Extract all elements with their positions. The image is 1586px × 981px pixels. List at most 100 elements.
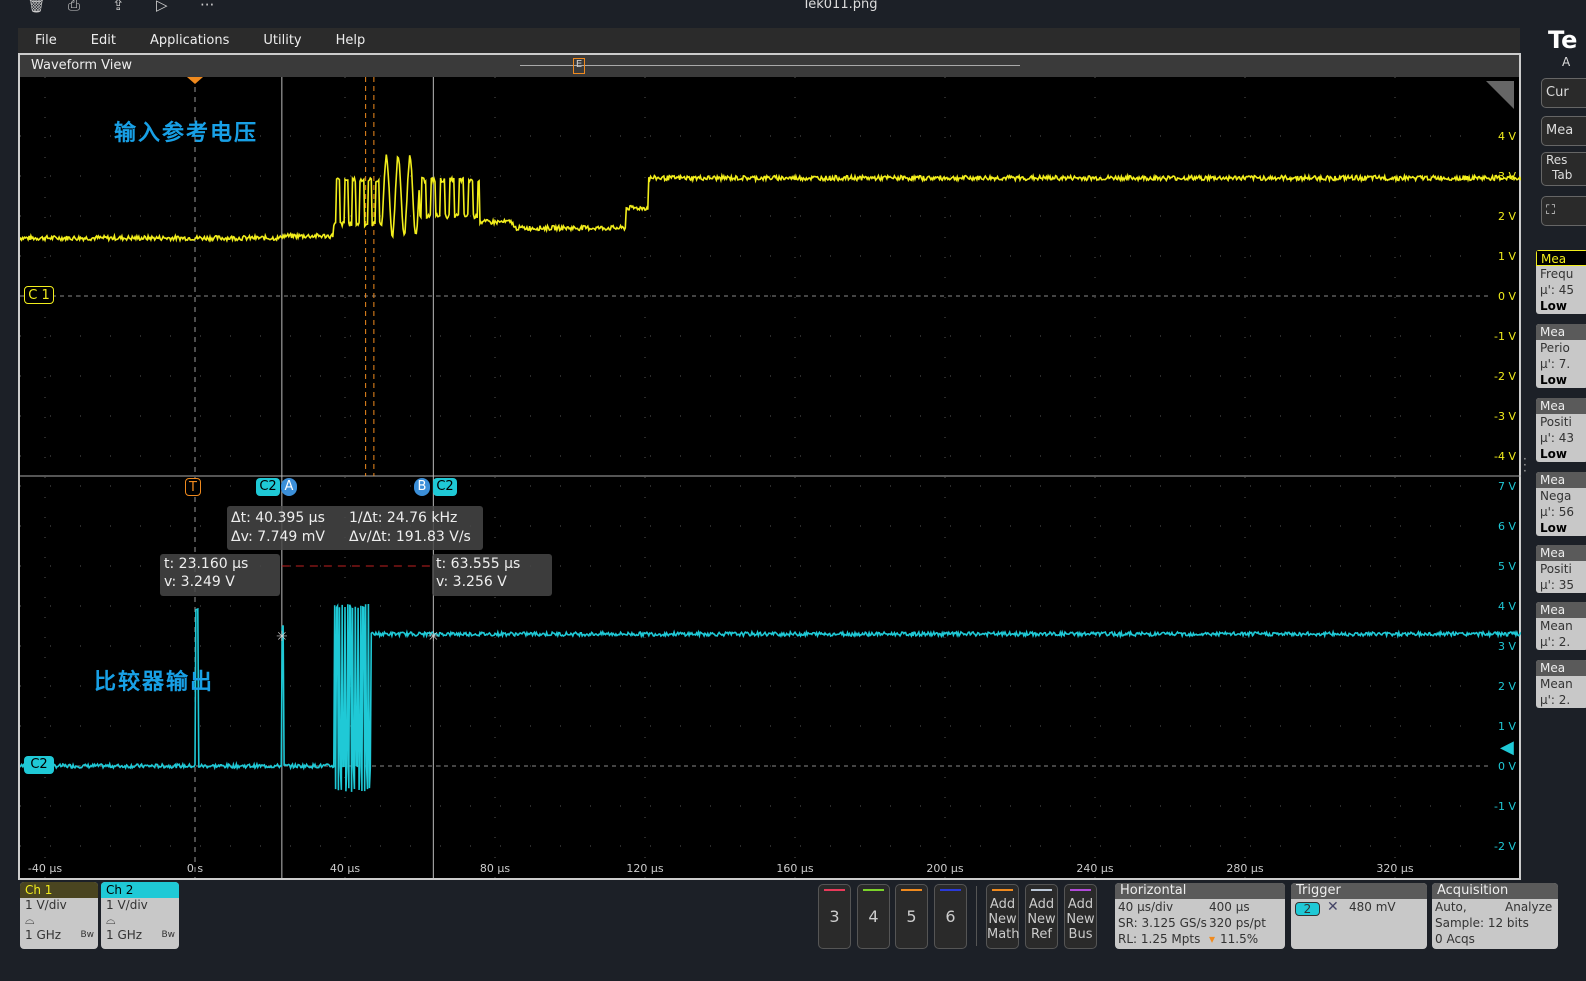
results-table-button[interactable]: Res Tab bbox=[1541, 152, 1586, 186]
acquisition-analyze: Analyze bbox=[1505, 900, 1553, 914]
upper-y-tick-label: -2 V bbox=[1494, 370, 1516, 383]
cursor-b-voltage: v: 3.256 V bbox=[436, 574, 507, 590]
either-edge-icon: ✕ bbox=[1327, 899, 1339, 915]
measurement-title: Mea bbox=[1536, 398, 1586, 414]
lower-y-tick-label: 3 V bbox=[1498, 640, 1516, 653]
menu-applications[interactable]: Applications bbox=[150, 33, 229, 48]
ch1-badge[interactable]: Ch 1 1 V/div ⌓ 1 GHz Bw bbox=[20, 882, 98, 949]
measure-button[interactable]: Mea bbox=[1541, 116, 1586, 146]
trigger-title: Trigger bbox=[1291, 883, 1427, 899]
add-new-bus-button[interactable]: Add New Bus bbox=[1064, 884, 1097, 949]
measurement-title: Mea bbox=[1536, 250, 1586, 266]
channel-4-label: 4 bbox=[868, 907, 879, 926]
acquisition-panel[interactable]: Acquisition Auto, Analyze Sample: 12 bit… bbox=[1432, 883, 1558, 949]
cursor-a-voltage: v: 3.249 V bbox=[164, 574, 235, 590]
measurement-mean: µ': 2. bbox=[1540, 635, 1571, 649]
ch1-annotation: 输入参考电压 bbox=[114, 121, 259, 146]
ch2-waveform bbox=[20, 603, 1521, 792]
channel-6-button[interactable]: 6 bbox=[934, 884, 967, 949]
trigger-panel[interactable]: Trigger 2 ✕ 480 mV bbox=[1291, 883, 1427, 949]
measurement-name: Positi bbox=[1540, 562, 1572, 576]
channel-6-label: 6 bbox=[945, 907, 956, 926]
measurement-name: Perio bbox=[1540, 341, 1570, 355]
x-tick-label: -40 µs bbox=[28, 862, 62, 875]
measurement-name: Mean bbox=[1540, 677, 1573, 691]
measurement-card[interactable]: Mea Perio µ': 7. Low bbox=[1536, 324, 1586, 388]
x-tick-label: 0 s bbox=[187, 862, 203, 875]
measurement-title: Mea bbox=[1536, 602, 1586, 618]
acquisition-sample: Sample: 12 bits bbox=[1435, 916, 1529, 930]
cursor-a-handle[interactable]: A bbox=[281, 478, 297, 496]
record-overview-bar[interactable] bbox=[520, 65, 1020, 66]
measurement-name: Frequ bbox=[1540, 267, 1574, 281]
measurement-level: Low bbox=[1540, 447, 1567, 461]
more-icon[interactable]: ··· bbox=[200, 0, 214, 14]
delta-v: Δv: 7.749 mV bbox=[231, 529, 326, 545]
lower-y-tick-label: 5 V bbox=[1498, 560, 1516, 573]
horizontal-duration: 400 µs bbox=[1209, 900, 1250, 914]
menu-edit[interactable]: Edit bbox=[91, 33, 116, 48]
panel-resize-handle[interactable]: · · · bbox=[1523, 453, 1527, 477]
probe-icon: ⌓ bbox=[106, 913, 116, 927]
horizontal-panel[interactable]: Horizontal 40 µs/div 400 µs SR: 3.125 GS… bbox=[1115, 883, 1285, 949]
ch1-bandwidth: 1 GHz bbox=[25, 928, 62, 942]
menu-file[interactable]: File bbox=[35, 33, 57, 48]
measurement-name: Nega bbox=[1540, 489, 1572, 503]
add-new-math-button[interactable]: Add New Math bbox=[986, 884, 1020, 949]
plot-button[interactable]: ⛶ bbox=[1541, 196, 1586, 226]
measurement-card[interactable]: Mea Mean µ': 2. bbox=[1536, 602, 1586, 650]
cursor-b-readout: t: 63.555 µs v: 3.256 V bbox=[432, 554, 552, 596]
x-tick-label: 80 µs bbox=[480, 862, 510, 875]
measurement-card[interactable]: Mea Frequ µ': 45 Low bbox=[1536, 250, 1586, 314]
bw-limit-icon: Bw bbox=[80, 930, 94, 940]
measurement-title: Mea bbox=[1536, 545, 1586, 561]
label: Tab bbox=[1552, 168, 1573, 182]
trigger-marker[interactable]: T bbox=[185, 478, 201, 496]
measurement-title: Mea bbox=[1536, 472, 1586, 488]
menu-help[interactable]: Help bbox=[336, 33, 366, 48]
add-new-header: A bbox=[1562, 55, 1571, 69]
trigger-level-arrow-icon[interactable]: ◀ bbox=[1500, 737, 1514, 758]
measurement-card[interactable]: Mea Positi µ': 35 bbox=[1536, 545, 1586, 593]
share-icon[interactable]: ⇪ bbox=[112, 0, 125, 14]
delta-t: Δt: 40.395 µs bbox=[231, 510, 325, 526]
cursor-delta-readout: Δt: 40.395 µs 1/Δt: 24.76 kHz Δv: 7.749 … bbox=[227, 506, 483, 550]
record-view-handle[interactable]: E bbox=[573, 58, 585, 74]
channel-5-button[interactable]: 5 bbox=[895, 884, 928, 949]
record-length: RL: 1.25 Mpts bbox=[1118, 932, 1201, 946]
x-tick-label: 120 µs bbox=[626, 862, 663, 875]
label: Add bbox=[989, 897, 1016, 912]
measurement-card[interactable]: Mea Positi µ': 43 Low bbox=[1536, 398, 1586, 462]
label: Ref bbox=[1030, 927, 1053, 942]
menu-bar: File Edit Applications Utility Help bbox=[18, 28, 1520, 53]
label: New bbox=[1066, 912, 1095, 927]
upper-y-tick-label: 1 V bbox=[1498, 250, 1516, 263]
channel-3-button[interactable]: 3 bbox=[818, 884, 851, 949]
channel-4-button[interactable]: 4 bbox=[857, 884, 890, 949]
cursors-button[interactable]: Cur bbox=[1541, 78, 1586, 108]
upper-y-tick-label: 0 V bbox=[1498, 290, 1516, 303]
cursor-a-source: C2 bbox=[256, 478, 280, 496]
zoom-icon[interactable] bbox=[1486, 81, 1514, 109]
add-new-ref-button[interactable]: Add New Ref bbox=[1025, 884, 1058, 949]
waveform-view-header: Waveform View E bbox=[18, 53, 1521, 77]
measurement-card[interactable]: Mea Nega µ': 56 Low bbox=[1536, 472, 1586, 536]
slideshow-icon[interactable]: ▷ bbox=[156, 0, 168, 14]
label: Bus bbox=[1068, 927, 1093, 942]
menu-utility[interactable]: Utility bbox=[263, 33, 301, 48]
ch2-ground-marker[interactable]: C2 bbox=[24, 756, 54, 774]
ch2-bandwidth: 1 GHz bbox=[106, 928, 143, 942]
print-icon[interactable]: ⎙ bbox=[68, 0, 80, 14]
cursor-b-handle[interactable]: B bbox=[414, 478, 430, 496]
lower-y-tick-label: -1 V bbox=[1494, 800, 1516, 813]
ch2-badge[interactable]: Ch 2 1 V/div ⌓ 1 GHz Bw bbox=[101, 882, 179, 949]
sample-rate: SR: 3.125 GS/s bbox=[1118, 916, 1207, 930]
measurement-title: Mea bbox=[1536, 660, 1586, 676]
time-per-point: 320 ps/pt bbox=[1209, 916, 1266, 930]
measurement-card[interactable]: Mea Mean µ': 2. bbox=[1536, 660, 1586, 708]
trash-icon[interactable]: 🗑 bbox=[27, 0, 46, 14]
label: Add bbox=[1067, 897, 1094, 912]
waveform-plot[interactable]: 4 V 3 V 2 V 1 V 0 V -1 V -2 V -3 V -4 V 7 V 6 V 5 V… bbox=[18, 77, 1521, 880]
ch1-ground-marker[interactable]: C 1 bbox=[24, 286, 54, 304]
label: Math bbox=[987, 927, 1020, 942]
